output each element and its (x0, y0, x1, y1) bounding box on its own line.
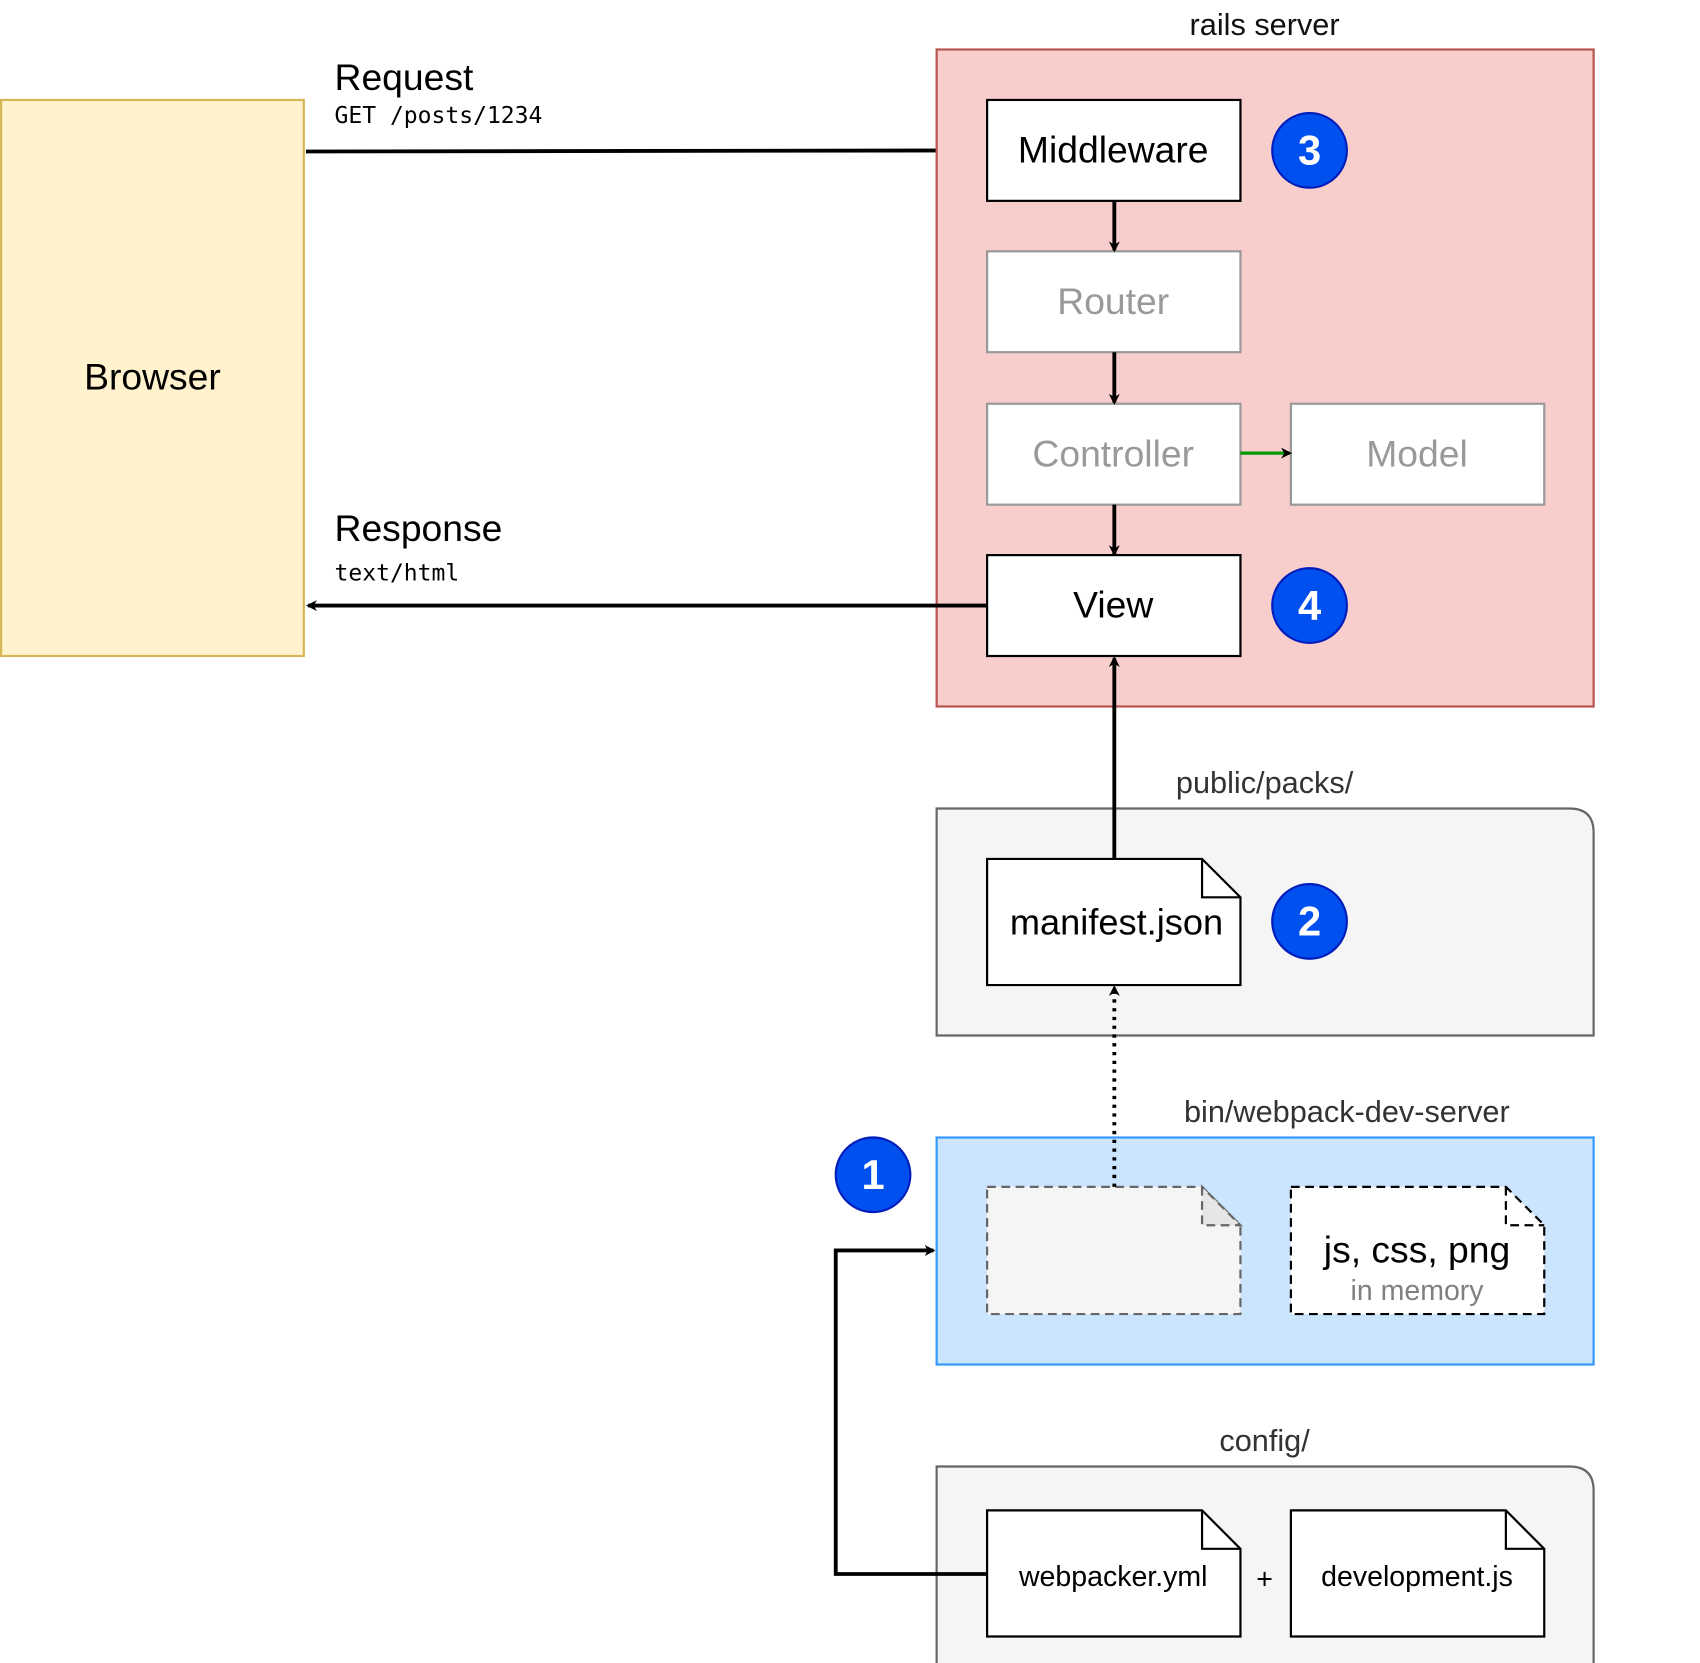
manifest-label: manifest.json (1010, 902, 1223, 943)
request-detail: GET /posts/1234 (335, 103, 543, 129)
webpacker-yml-file: webpacker.yml (985, 1509, 1242, 1638)
controller-label: Controller (1032, 432, 1194, 474)
svg-text:1: 1 (861, 1151, 884, 1198)
svg-text:2: 2 (1298, 898, 1321, 945)
middleware-node: Middleware (986, 98, 1242, 202)
view-label: View (1073, 584, 1154, 626)
browser-label: Browser (84, 356, 221, 398)
step-badge-3: 3 (1271, 112, 1348, 189)
assets-label: js, css, png (1323, 1229, 1510, 1271)
model-node: Model (1289, 402, 1546, 506)
dev-server-label: bin/webpack-dev-server (1184, 1094, 1510, 1129)
webpacker-yml-label: webpacker.yml (1018, 1561, 1208, 1593)
manifest-in-memory-file (985, 1184, 1244, 1316)
assets-file: js, css, png in memory (1289, 1185, 1546, 1316)
plus-sign: + (1256, 1563, 1273, 1595)
manifest-file: manifest.json (985, 857, 1242, 987)
step-badge-4: 4 (1271, 567, 1348, 644)
response-label: Response (335, 507, 503, 549)
browser-node: Browser (0, 98, 305, 658)
step-badge-1: 1 (834, 1136, 912, 1214)
model-label: Model (1366, 432, 1468, 474)
step-badge-2: 2 (1271, 883, 1348, 960)
svg-text:4: 4 (1298, 582, 1321, 629)
development-js-file: development.js (1289, 1509, 1546, 1638)
development-js-label: development.js (1321, 1561, 1513, 1593)
response-detail: text/html (335, 560, 460, 586)
middleware-label: Middleware (1018, 128, 1209, 170)
router-label: Router (1057, 280, 1169, 322)
router-node: Router (986, 250, 1242, 354)
controller-node: Controller (986, 402, 1242, 506)
request-arrow (305, 144, 988, 156)
assets-note: in memory (1351, 1275, 1485, 1307)
public-packs-label: public/packs/ (1176, 765, 1354, 800)
config-label: config/ (1219, 1423, 1310, 1458)
diagram-canvas: Browser Request GET /posts/1234 rails se… (0, 7, 1595, 1663)
view-node: View (986, 554, 1242, 658)
svg-text:3: 3 (1298, 127, 1321, 174)
request-label: Request (335, 56, 475, 98)
rails-server-label: rails server (1190, 7, 1340, 42)
